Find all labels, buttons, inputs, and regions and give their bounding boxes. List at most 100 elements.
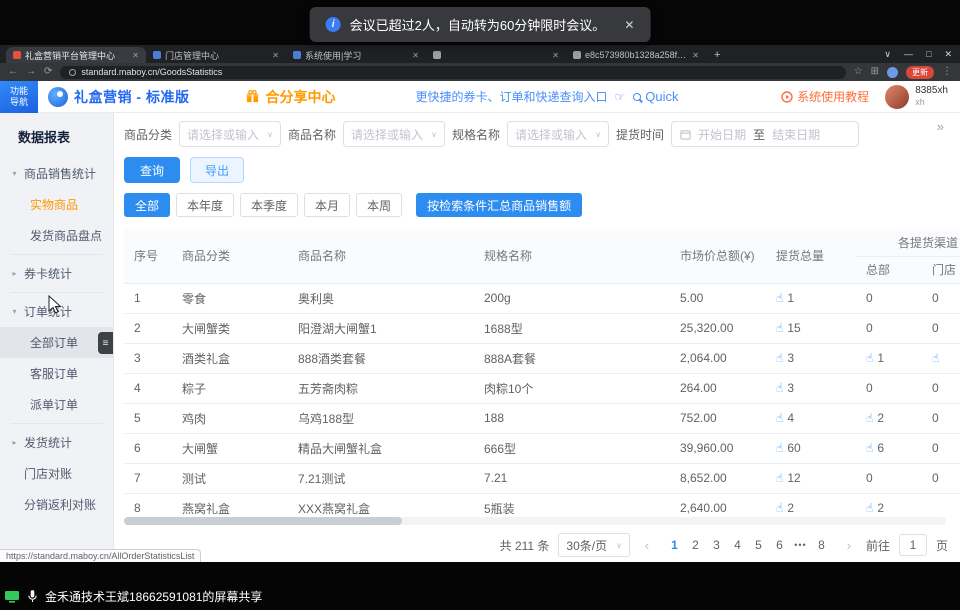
browser-tab[interactable]: ✕ [426, 47, 566, 63]
quick-filter-chip[interactable]: 本月 [304, 193, 350, 217]
kebab-menu-icon[interactable]: ⋮ [942, 67, 952, 77]
pointer-hand-icon: ☝ [866, 501, 873, 515]
update-button[interactable]: 更新 [906, 66, 934, 79]
page-button[interactable]: 8 [811, 534, 832, 556]
pickup-count-link[interactable]: ☝2 [866, 501, 884, 515]
pickup-count-link[interactable]: ☝3 [776, 381, 794, 395]
browser-profile-avatar[interactable] [887, 67, 898, 78]
tab-close-icon[interactable]: ✕ [412, 51, 419, 60]
pickup-count-link[interactable]: ☝4 [776, 411, 794, 425]
quick-filter-chip[interactable]: 全部 [124, 193, 170, 217]
sidebar-item[interactable]: ▸券卡统计 [0, 258, 113, 289]
toast-close-icon[interactable]: ✕ [624, 18, 634, 32]
scrollbar-thumb[interactable] [124, 517, 402, 525]
pickup-count-value: 2 [877, 411, 884, 425]
cell-category: 酒类礼盒 [172, 343, 288, 373]
cell-amount: 5.00 [670, 283, 766, 313]
name-select[interactable]: 请选择或输入 ∨ [343, 121, 445, 147]
new-tab-button[interactable]: + [714, 49, 720, 61]
sidebar-subitem[interactable]: 发货商品盘点 [0, 220, 113, 251]
site-info-icon[interactable] [69, 69, 76, 76]
pickup-cell: ☝2 [856, 403, 922, 433]
pickup-count-link[interactable]: ☝2 [866, 411, 884, 425]
browser-tab[interactable]: 门店管理中心✕ [146, 47, 286, 63]
summary-button[interactable]: 按检索条件汇总商品销售额 [416, 193, 582, 217]
user-avatar[interactable] [885, 85, 909, 109]
cell-name: 7.21测试 [288, 463, 474, 493]
pickup-count-link[interactable]: ☝15 [776, 321, 801, 335]
quick-filter-chip[interactable]: 本年度 [176, 193, 234, 217]
browser-tab[interactable]: 系统使用|学习✕ [286, 47, 426, 63]
pickup-count-link[interactable]: ☝60 [776, 441, 801, 455]
maximize-button[interactable]: □ [926, 49, 931, 59]
pickup-count-value: 3 [787, 381, 794, 395]
sidebar-item[interactable]: 门店对账 [0, 458, 113, 489]
prev-page-button[interactable]: ‹ [639, 538, 655, 553]
sidebar-item[interactable]: 分销返利对账 [0, 489, 113, 520]
category-select[interactable]: 请选择或输入 ∨ [179, 121, 281, 147]
horizontal-scrollbar[interactable] [124, 517, 946, 525]
page-button[interactable]: 6 [769, 534, 790, 556]
panel-collapse-icon[interactable]: » [937, 119, 944, 134]
pickup-count-link[interactable]: ☝1 [866, 351, 884, 365]
address-bar[interactable]: standard.maboy.cn/GoodsStatistics [60, 66, 845, 79]
tab-search-icon[interactable]: ∨ [884, 49, 891, 60]
bookmark-star-icon[interactable]: ☆ [854, 67, 863, 77]
pickup-cell: 0 [922, 283, 960, 313]
pointer-hand-icon: ☝ [776, 321, 783, 335]
tab-close-icon[interactable]: ✕ [692, 51, 699, 60]
close-window-button[interactable]: ✕ [944, 49, 952, 60]
total-count: 共 211 条 [500, 537, 550, 554]
page-ellipsis: ••• [790, 540, 811, 550]
page-button[interactable]: 5 [748, 534, 769, 556]
reload-icon[interactable]: ⟳ [44, 67, 52, 77]
page-button[interactable]: 2 [685, 534, 706, 556]
search-button[interactable]: 查询 [124, 157, 180, 183]
cell-category: 测试 [172, 463, 288, 493]
next-page-button[interactable]: › [841, 538, 857, 553]
browser-tab[interactable]: 礼盒营销平台管理中心✕ [6, 47, 146, 63]
export-button[interactable]: 导出 [190, 157, 244, 183]
column-header: 提货总量 [766, 229, 856, 283]
page-size-select[interactable]: 30条/页 ∨ [558, 533, 630, 557]
tutorial-link[interactable]: 系统使用教程 [781, 88, 869, 105]
extensions-icon[interactable]: ⊞ [871, 67, 879, 77]
pickup-count-link[interactable]: ☝6 [866, 441, 884, 455]
spec-select[interactable]: 请选择或输入 ∨ [507, 121, 609, 147]
pickup-count-link[interactable]: ☝12 [776, 471, 801, 485]
pickup-cell: 0 [922, 313, 960, 343]
sidebar-subitem[interactable]: 实物商品 [0, 189, 113, 220]
tab-close-icon[interactable]: ✕ [132, 51, 139, 60]
minimize-button[interactable]: — [904, 49, 913, 59]
page-button[interactable]: 4 [727, 534, 748, 556]
sidebar-subitem[interactable]: 派单订单 [0, 389, 113, 420]
browser-tab[interactable]: e8c573980b1328a258fd2e6✕ [566, 47, 706, 63]
pickup-count-link[interactable]: ☝ [932, 351, 943, 365]
page-button[interactable]: 3 [706, 534, 727, 556]
pickup-count-value: 12 [787, 471, 800, 485]
cell-name: XXX燕窝礼盒 [288, 493, 474, 515]
quick-filter-chip[interactable]: 本季度 [240, 193, 298, 217]
table-row: 4粽子五芳斋肉粽肉粽10个264.00☝300 [124, 373, 960, 403]
function-nav-button[interactable]: 功能 导航 [0, 81, 38, 113]
sidebar-item-label: 券卡统计 [24, 265, 72, 282]
forward-icon[interactable]: → [26, 67, 36, 77]
date-range-picker[interactable]: 开始日期 至 结束日期 [671, 121, 859, 147]
pickup-count-link[interactable]: ☝2 [776, 501, 794, 515]
pickup-count-link[interactable]: ☝3 [776, 351, 794, 365]
tab-close-icon[interactable]: ✕ [272, 51, 279, 60]
sidebar-item[interactable]: ▸发货统计 [0, 427, 113, 458]
share-center-link[interactable]: 合分享中心 [265, 87, 335, 107]
quick-link[interactable]: Quick [645, 89, 678, 104]
page-button[interactable]: 1 [664, 534, 685, 556]
sidebar-collapse-handle[interactable]: ≡ [98, 332, 113, 354]
sidebar-item[interactable]: ▾商品销售统计 [0, 158, 113, 189]
sidebar-subitem[interactable]: 客服订单 [0, 358, 113, 389]
sidebar-subitem[interactable]: 全部订单 [0, 327, 113, 358]
quick-filter-chip[interactable]: 本周 [356, 193, 402, 217]
back-icon[interactable]: ← [8, 67, 18, 77]
chevron-down-icon: ∨ [616, 541, 622, 550]
jump-page-input[interactable] [899, 534, 927, 556]
pickup-count-link[interactable]: ☝1 [776, 291, 794, 305]
tab-close-icon[interactable]: ✕ [552, 51, 559, 60]
